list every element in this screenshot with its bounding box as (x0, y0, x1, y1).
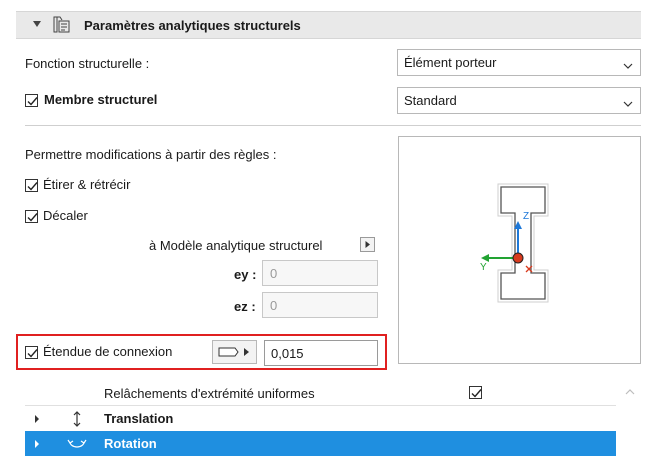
rotation-icon (67, 439, 87, 448)
collapse-arrow-icon[interactable] (33, 21, 41, 27)
panel-title: Paramètres analytiques structurels (84, 18, 301, 33)
ez-value: 0 (270, 298, 278, 313)
ey-field[interactable]: 0 (262, 260, 378, 286)
translation-label: Translation (104, 411, 174, 426)
stretch-checkbox[interactable] (25, 179, 38, 192)
profile-preview: Z Y (398, 136, 641, 364)
analytical-model-button[interactable] (360, 237, 375, 252)
analytical-model-label: à Modèle analytique structurel (149, 238, 323, 253)
table-scrollbar[interactable] (620, 380, 641, 464)
ey-value: 0 (270, 266, 278, 281)
chevron-down-icon (623, 96, 633, 111)
structural-member-dropdown[interactable]: Standard (397, 87, 641, 114)
structural-member-value: Standard (404, 93, 457, 108)
ez-label: ez : (234, 299, 256, 314)
structural-member-checkbox[interactable] (25, 94, 38, 107)
expand-arrow-icon (35, 415, 39, 423)
connection-value: 0,015 (271, 346, 304, 361)
translation-icon (73, 411, 81, 427)
section-divider (25, 125, 641, 126)
ey-label: ey : (234, 267, 257, 282)
table-row-translation[interactable]: Translation (25, 406, 616, 431)
y-axis-label: Y (480, 262, 487, 273)
origin-icon (512, 252, 524, 264)
connection-type-button[interactable] (212, 340, 257, 364)
play-icon (365, 241, 370, 248)
table-row-rotation[interactable]: Rotation (25, 431, 616, 456)
structural-settings-icon (52, 15, 74, 38)
rotation-label: Rotation (104, 436, 157, 451)
structural-function-value: Élément porteur (404, 55, 497, 70)
structural-member-label: Membre structurel (44, 92, 158, 107)
connection-checkbox[interactable] (25, 346, 38, 359)
connection-label: Étendue de connexion (43, 344, 173, 359)
rules-heading: Permettre modifications à partir des règ… (25, 147, 277, 162)
panel-header[interactable]: Paramètres analytiques structurels (16, 11, 641, 39)
connection-type-icon (218, 347, 239, 357)
chevron-down-icon (623, 58, 633, 73)
scroll-up-icon (625, 389, 635, 395)
ez-field[interactable]: 0 (262, 292, 378, 318)
structural-function-label: Fonction structurelle : (25, 56, 150, 71)
z-axis-label: Z (523, 211, 530, 222)
expand-arrow-icon (35, 440, 39, 448)
offset-checkbox[interactable] (25, 210, 38, 223)
structural-function-dropdown[interactable]: Élément porteur (397, 49, 641, 76)
offset-label: Décaler (43, 208, 88, 223)
connection-input[interactable]: 0,015 (264, 340, 378, 366)
uniform-release-label: Relâchements d'extrémité uniformes (104, 386, 315, 401)
play-icon (244, 348, 249, 356)
uniform-release-checkbox[interactable] (469, 386, 482, 399)
i-beam-profile (500, 186, 546, 300)
stretch-label: Étirer & rétrécir (43, 177, 131, 192)
